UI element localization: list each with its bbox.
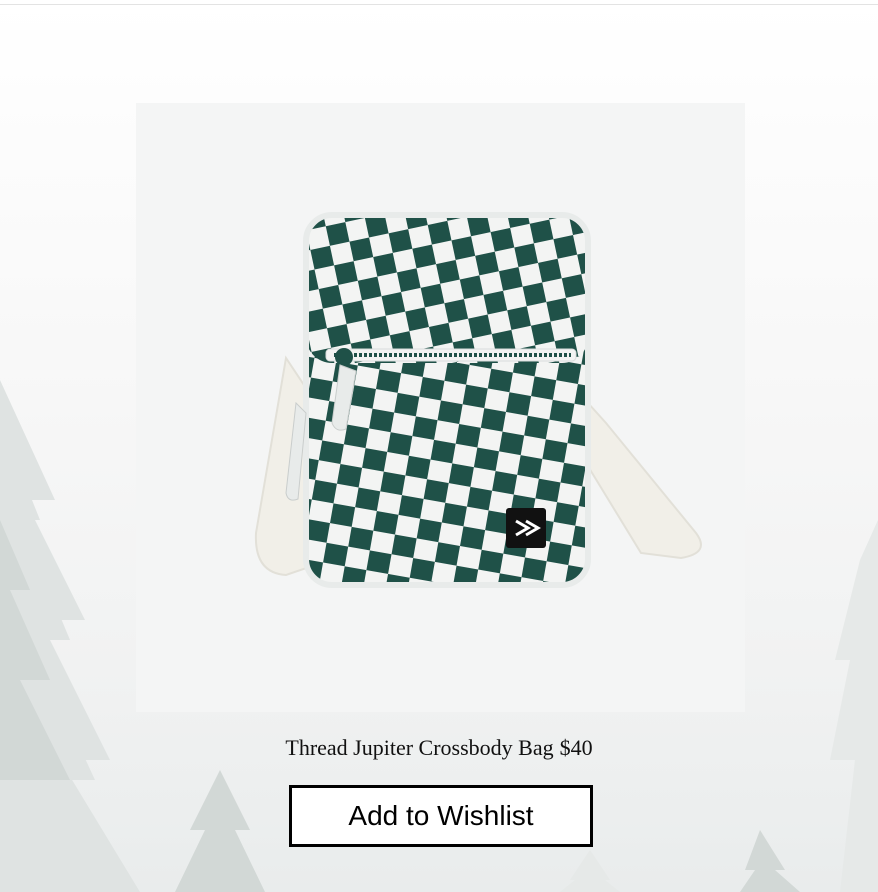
product-page: Thread Jupiter Crossbody Bag $40 Add to W… xyxy=(0,0,878,892)
checkered-crossbody-bag-photo xyxy=(254,212,702,588)
add-to-wishlist-button[interactable]: Add to Wishlist xyxy=(289,785,593,847)
product-caption: Thread Jupiter Crossbody Bag $40 xyxy=(0,733,878,763)
product-price: $40 xyxy=(559,735,593,760)
product-name: Thread Jupiter Crossbody Bag xyxy=(285,735,554,760)
product-image[interactable] xyxy=(136,103,745,712)
